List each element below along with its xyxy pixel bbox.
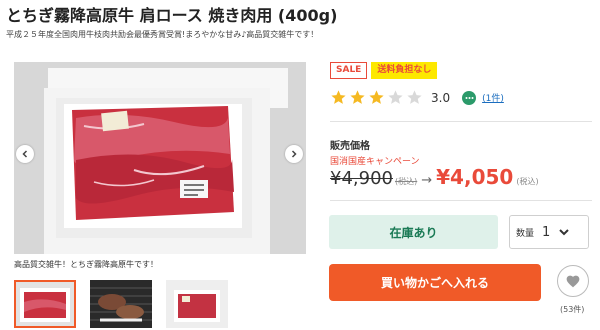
quantity-label: 数量 <box>516 228 535 239</box>
rating-value: 3.0 <box>431 90 451 105</box>
heart-icon <box>566 275 580 288</box>
reviews-link[interactable]: (1件) <box>482 91 504 104</box>
old-price: ¥4,900 <box>330 168 393 189</box>
price-arrow: → <box>421 173 433 188</box>
sale-price-tax: (税込) <box>516 177 539 186</box>
favorite-button[interactable] <box>557 265 589 297</box>
add-to-cart-button[interactable]: 買い物かごへ入れる <box>329 264 541 301</box>
chevron-right-icon <box>291 150 297 158</box>
thumb-meat-box <box>166 280 228 328</box>
divider <box>330 200 592 201</box>
thumb-grilled-meat <box>90 280 152 328</box>
image-caption: 高品質交雑牛！とちぎ霧降高原牛です！ <box>14 260 158 269</box>
speech-dots <box>465 96 474 99</box>
thumbnail-1[interactable] <box>14 280 76 328</box>
star-icon <box>369 90 384 104</box>
old-price-tax: (税込) <box>394 177 418 186</box>
thumb-meat-pack <box>14 280 76 328</box>
meat-package-image <box>14 62 306 254</box>
star-empty-icon <box>407 90 422 104</box>
product-title: とちぎ霧降高原牛 肩ロース 焼き肉用 (400g) <box>6 6 338 25</box>
sale-badge: SALE <box>330 62 368 79</box>
star-icon <box>331 90 346 104</box>
thumbnail-2[interactable] <box>90 280 152 328</box>
product-main-image[interactable] <box>14 62 306 254</box>
product-subtitle: 平成２５年度全国肉用牛枝肉共励会最優秀賞受賞!まろやかな甘み♪高品質交雑牛です！ <box>6 30 319 39</box>
price-row: ¥4,900 (税込) → ¥4,050 (税込) <box>330 165 539 189</box>
star-empty-icon <box>388 90 403 104</box>
quantity-select[interactable]: 数量 1 <box>509 215 589 249</box>
carousel-next-button[interactable] <box>285 145 303 163</box>
in-stock-button[interactable]: 在庫あり <box>329 215 498 249</box>
chevron-down-icon <box>559 229 570 236</box>
speech-bubble-icon <box>462 90 477 105</box>
favorite-count: (53件) <box>560 305 585 314</box>
divider <box>330 121 592 122</box>
quantity-value: 1 <box>542 224 551 240</box>
sale-price: ¥4,050 <box>436 165 514 189</box>
carousel-prev-button[interactable] <box>16 145 34 163</box>
free-shipping-badge: 送料負担なし <box>371 62 438 79</box>
star-icon <box>350 90 365 104</box>
chevron-left-icon <box>22 150 28 158</box>
rating: 3.0 (1件) <box>330 89 504 106</box>
badge-group: SALE 送料負担なし <box>330 62 438 79</box>
thumbnail-3[interactable] <box>166 280 228 328</box>
price-label: 販売価格 <box>330 141 370 152</box>
